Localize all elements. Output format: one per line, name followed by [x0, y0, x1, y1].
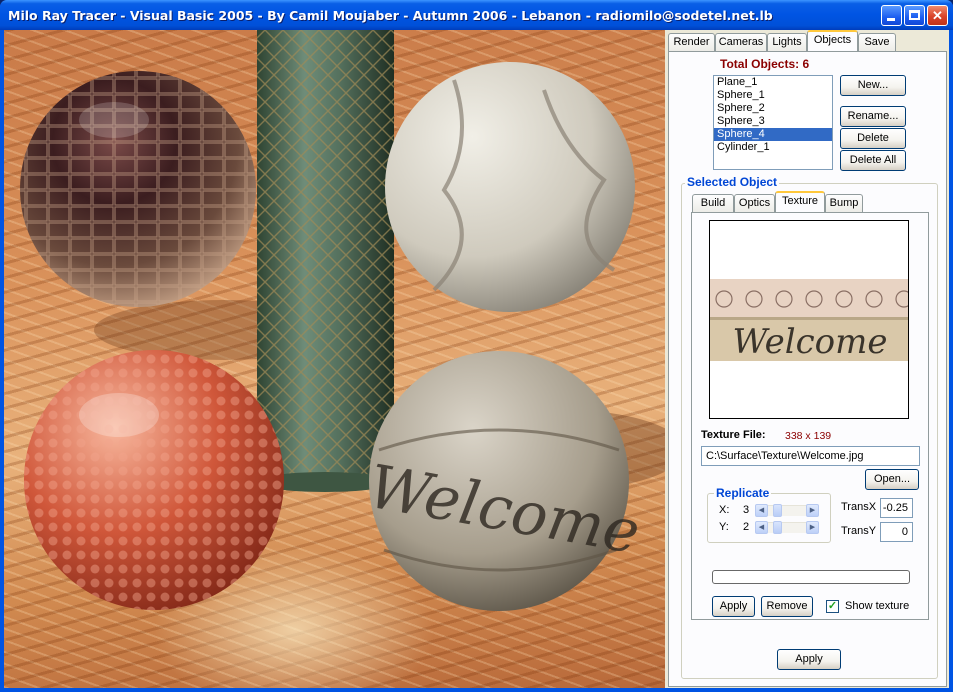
list-item[interactable]: Sphere_1: [714, 89, 832, 102]
replicate-x-scrollbar[interactable]: ◀ ▶: [755, 504, 819, 517]
remove-texture-button[interactable]: Remove: [761, 596, 813, 617]
scroll-thumb[interactable]: [773, 504, 782, 517]
replicate-y-label: Y:: [719, 521, 729, 533]
minimize-icon: [887, 18, 895, 21]
close-icon: ✕: [932, 8, 943, 23]
tab-render[interactable]: Render: [668, 33, 715, 52]
delete-all-button[interactable]: Delete All: [840, 150, 906, 171]
list-item[interactable]: Sphere_2: [714, 102, 832, 115]
scroll-left-icon[interactable]: ◀: [755, 504, 768, 517]
scroll-thumb[interactable]: [773, 521, 782, 534]
open-texture-button[interactable]: Open...: [865, 469, 919, 490]
objects-tab-page: Total Objects: 6 Plane_1 Sphere_1 Sphere…: [668, 51, 947, 687]
app-window: Milo Ray Tracer - Visual Basic 2005 - By…: [0, 0, 953, 692]
trans-y-field[interactable]: 0: [880, 522, 913, 542]
texture-preview-image: Welcome: [710, 279, 908, 362]
total-objects-label: Total Objects: 6: [720, 57, 810, 71]
selected-object-title: Selected Object: [685, 175, 780, 189]
tab-bump[interactable]: Bump: [825, 194, 863, 213]
apply-object-button[interactable]: Apply: [777, 649, 841, 670]
scroll-right-icon[interactable]: ▶: [806, 521, 819, 534]
minimize-button[interactable]: [881, 5, 902, 26]
tab-build[interactable]: Build: [692, 194, 734, 213]
texture-preview-text: Welcome: [732, 322, 887, 362]
texture-progress-bar: [712, 570, 910, 584]
list-item[interactable]: Sphere_3: [714, 115, 832, 128]
replicate-x-label: X:: [719, 504, 730, 516]
trans-y-label: TransY: [841, 525, 877, 537]
list-item[interactable]: Cylinder_1: [714, 141, 832, 154]
texture-file-label: Texture File:: [701, 429, 766, 441]
tab-texture[interactable]: Texture: [775, 191, 825, 212]
apply-texture-button[interactable]: Apply: [712, 596, 755, 617]
trans-x-label: TransX: [841, 501, 877, 513]
tab-cameras[interactable]: Cameras: [715, 33, 767, 52]
list-item[interactable]: Plane_1: [714, 76, 832, 89]
close-button[interactable]: ✕: [927, 5, 948, 26]
render-view: Welcome: [4, 30, 665, 688]
tab-optics[interactable]: Optics: [734, 194, 775, 213]
replicate-y-scrollbar[interactable]: ◀ ▶: [755, 521, 819, 534]
window-title: Milo Ray Tracer - Visual Basic 2005 - By…: [8, 8, 773, 23]
show-texture-label: Show texture: [845, 600, 910, 612]
texture-path-field[interactable]: C:\Surface\Texture\Welcome.jpg: [701, 446, 920, 466]
client-area: Welcome Render Cameras Lights Objects Sa…: [4, 30, 949, 688]
delete-object-button[interactable]: Delete: [840, 128, 906, 149]
tab-save[interactable]: Save: [858, 33, 896, 52]
tab-lights[interactable]: Lights: [767, 33, 807, 52]
texture-size: 338 x 139: [785, 430, 832, 442]
show-texture-checkbox[interactable]: ✓: [826, 600, 839, 613]
maximize-icon: [909, 10, 920, 20]
trans-x-field[interactable]: -0.25: [880, 498, 913, 518]
control-panel: Render Cameras Lights Objects Save Total…: [665, 30, 949, 688]
scroll-left-icon[interactable]: ◀: [755, 521, 768, 534]
replicate-title: Replicate: [714, 486, 772, 500]
new-object-button[interactable]: New...: [840, 75, 906, 96]
scroll-right-icon[interactable]: ▶: [806, 504, 819, 517]
tab-objects[interactable]: Objects: [807, 30, 858, 51]
rendered-scene-image: Welcome: [20, 30, 665, 611]
list-item-selected[interactable]: Sphere_4: [714, 128, 832, 141]
maximize-button[interactable]: [904, 5, 925, 26]
replicate-x-value: 3: [743, 504, 750, 516]
texture-preview: Welcome: [709, 220, 909, 419]
rename-object-button[interactable]: Rename...: [840, 106, 906, 127]
texture-tab-page: Welcome Texture File: 338 x 139 C:\Surfa…: [691, 212, 929, 620]
replicate-y-value: 2: [743, 521, 750, 533]
replicate-group: [707, 493, 831, 543]
objects-listbox[interactable]: Plane_1 Sphere_1 Sphere_2 Sphere_3 Spher…: [713, 75, 833, 170]
title-bar[interactable]: Milo Ray Tracer - Visual Basic 2005 - By…: [0, 0, 953, 30]
